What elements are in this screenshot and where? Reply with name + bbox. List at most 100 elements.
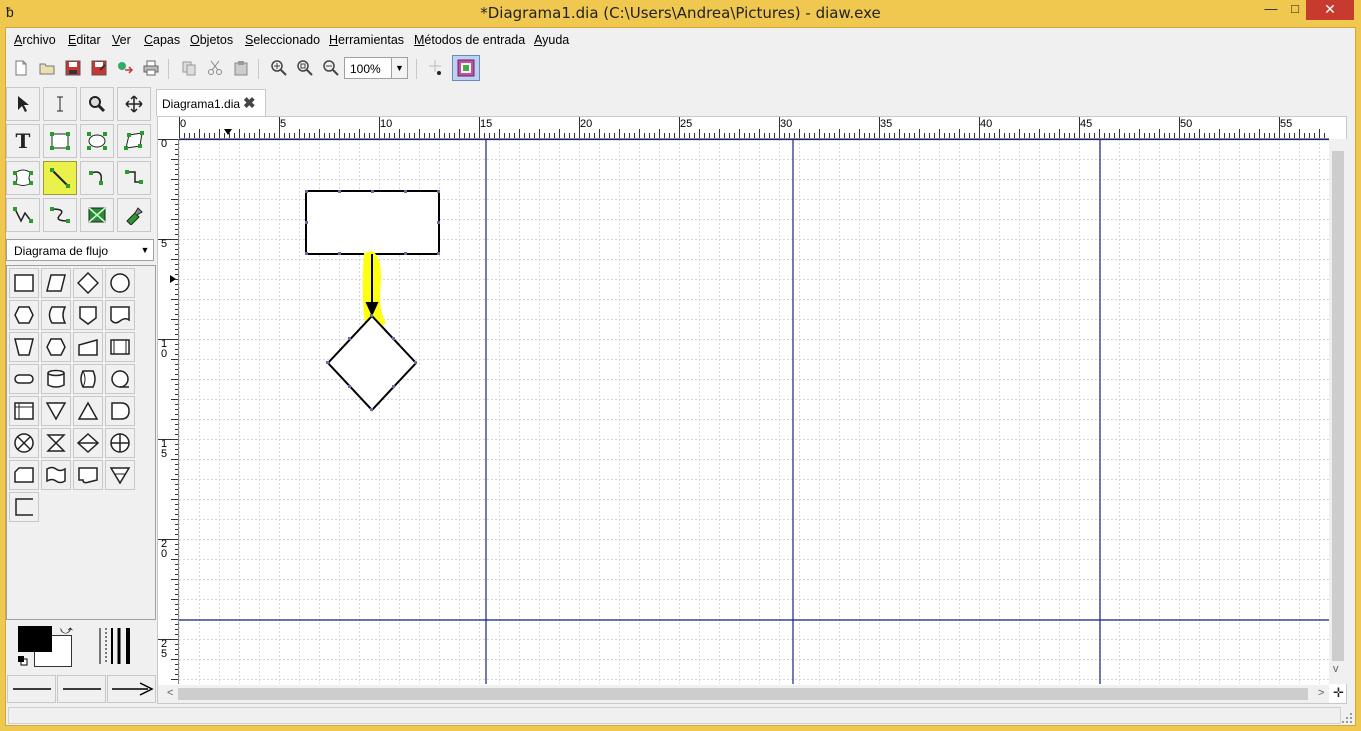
horizontal-scroll-thumb[interactable] bbox=[178, 688, 1308, 700]
paste-icon[interactable] bbox=[230, 57, 252, 79]
close-button[interactable]: ✕ bbox=[1306, 0, 1354, 20]
line-style-icon[interactable] bbox=[57, 675, 106, 703]
image-tool-icon[interactable] bbox=[80, 198, 114, 232]
start-arrow-icon[interactable] bbox=[7, 675, 56, 703]
ellipse-tool-icon[interactable] bbox=[80, 124, 114, 158]
delay-shape-icon[interactable] bbox=[105, 396, 135, 426]
save-icon[interactable] bbox=[62, 57, 84, 79]
polyline-tool-icon[interactable] bbox=[6, 198, 40, 232]
offline-storage-shape-icon[interactable] bbox=[105, 460, 135, 490]
process-shape-icon[interactable] bbox=[9, 268, 39, 298]
zigzag-tool-icon[interactable] bbox=[117, 161, 151, 195]
ruler-label: 45 bbox=[1080, 118, 1093, 130]
or-shape-icon[interactable] bbox=[105, 428, 135, 458]
text-cursor-icon[interactable] bbox=[43, 87, 77, 121]
bezier-tool-icon[interactable] bbox=[43, 198, 77, 232]
zoom-in-icon[interactable] bbox=[268, 57, 290, 79]
zoom-combo[interactable]: 100% ▼ bbox=[344, 57, 408, 79]
scroll-left-arrow[interactable]: < bbox=[167, 687, 173, 699]
copy-icon[interactable] bbox=[178, 57, 200, 79]
open-folder-icon[interactable] bbox=[36, 57, 58, 79]
beziergon-tool-icon[interactable] bbox=[6, 161, 40, 195]
move-icon[interactable] bbox=[117, 87, 151, 121]
manual-input-shape-icon[interactable] bbox=[73, 332, 103, 362]
menu-objetos[interactable]: Objetos bbox=[190, 33, 233, 47]
preparation-shape-icon[interactable] bbox=[9, 300, 39, 330]
foreground-color-swatch[interactable] bbox=[18, 626, 52, 652]
zoom-fit-icon[interactable] bbox=[294, 57, 316, 79]
vertical-scrollbar[interactable]: v bbox=[1329, 139, 1347, 684]
minimize-button[interactable]: — bbox=[1258, 0, 1284, 20]
magnify-icon[interactable] bbox=[80, 87, 114, 121]
sheet-selector[interactable]: Diagrama de flujo ▼ bbox=[6, 239, 154, 261]
select-pointer-icon[interactable] bbox=[6, 87, 40, 121]
zoom-out-icon[interactable] bbox=[320, 57, 342, 79]
default-colors-icon[interactable] bbox=[18, 655, 28, 666]
menu-metodos-de-entrada[interactable]: Métodos de entrada bbox=[414, 33, 525, 47]
vertical-scroll-thumb[interactable] bbox=[1332, 151, 1344, 661]
maximize-button[interactable]: □ bbox=[1284, 0, 1306, 20]
offpage-connector-shape-icon[interactable] bbox=[73, 300, 103, 330]
sort-shape-icon[interactable] bbox=[73, 428, 103, 458]
horizontal-scrollbar[interactable]: < > bbox=[158, 685, 1329, 703]
cut-icon[interactable] bbox=[204, 57, 226, 79]
extract-shape-icon[interactable] bbox=[73, 396, 103, 426]
close-tab-icon[interactable]: ✖ bbox=[243, 94, 256, 112]
display-shape-icon[interactable] bbox=[73, 460, 103, 490]
sequential-access-shape-icon[interactable] bbox=[105, 364, 135, 394]
end-arrow-icon[interactable] bbox=[107, 675, 156, 703]
connector-shape-icon[interactable] bbox=[105, 268, 135, 298]
scroll-down-arrow[interactable]: v bbox=[1333, 663, 1339, 675]
menu-ayuda[interactable]: Ayuda bbox=[534, 33, 569, 47]
document-shape-icon[interactable] bbox=[105, 300, 135, 330]
manual-operation-shape-icon[interactable] bbox=[9, 332, 39, 362]
zoom-value[interactable]: 100% bbox=[350, 62, 381, 76]
navigation-corner-icon[interactable]: ✛ bbox=[1333, 685, 1344, 701]
process-rectangle[interactable] bbox=[305, 190, 440, 255]
summing-junction-shape-icon[interactable] bbox=[9, 428, 39, 458]
terminal-shape-icon[interactable] bbox=[9, 364, 39, 394]
text-tool-icon[interactable]: T bbox=[6, 124, 40, 158]
new-file-icon[interactable] bbox=[10, 57, 32, 79]
snap-to-grid-icon[interactable] bbox=[424, 57, 446, 79]
box-tool-icon[interactable] bbox=[43, 124, 77, 158]
stored-data-shape-icon[interactable] bbox=[41, 300, 71, 330]
annotation-shape-icon[interactable] bbox=[9, 492, 39, 522]
snap-to-objects-icon[interactable] bbox=[452, 55, 480, 81]
scroll-right-arrow[interactable]: > bbox=[1318, 687, 1324, 699]
punched-tape-shape-icon[interactable] bbox=[41, 460, 71, 490]
save-as-icon[interactable] bbox=[88, 57, 110, 79]
internal-storage-shape-icon[interactable] bbox=[9, 396, 39, 426]
disk-shape-icon[interactable] bbox=[41, 364, 71, 394]
polygon-tool-icon[interactable] bbox=[117, 124, 151, 158]
line-width-icon[interactable] bbox=[98, 626, 142, 664]
predefined-process-shape-icon[interactable] bbox=[105, 332, 135, 362]
tab-diagrama1[interactable]: Diagrama1.dia ✖ bbox=[156, 89, 266, 116]
hexagon-shape-icon[interactable] bbox=[41, 332, 71, 362]
menu-seleccionado[interactable]: Seleccionado bbox=[245, 33, 320, 47]
export-icon[interactable] bbox=[114, 57, 136, 79]
menu-herramientas[interactable]: Herramientas bbox=[329, 33, 404, 47]
menu-ver[interactable]: Ver bbox=[112, 33, 131, 47]
diagram-canvas[interactable] bbox=[179, 139, 1329, 684]
ruler-label: 40 bbox=[980, 118, 993, 130]
client-area: Archivo Editar Ver Capas Objetos Selecci… bbox=[5, 27, 1356, 726]
line-tool-icon[interactable] bbox=[43, 161, 77, 195]
direct-access-shape-icon[interactable] bbox=[73, 364, 103, 394]
data-shape-icon[interactable] bbox=[41, 268, 71, 298]
merge-shape-icon[interactable] bbox=[41, 396, 71, 426]
card-shape-icon[interactable] bbox=[9, 460, 39, 490]
menu-capas[interactable]: Capas bbox=[144, 33, 180, 47]
chevron-down-icon[interactable]: ▼ bbox=[391, 58, 407, 78]
decision-diamond[interactable] bbox=[326, 314, 418, 412]
collate-shape-icon[interactable] bbox=[41, 428, 71, 458]
arc-tool-icon[interactable] bbox=[80, 161, 114, 195]
swap-colors-icon[interactable]: ⤻ bbox=[60, 623, 73, 638]
outline-tool-icon[interactable] bbox=[117, 198, 151, 232]
menu-editar[interactable]: Editar bbox=[68, 33, 101, 47]
print-icon[interactable] bbox=[140, 57, 162, 79]
chevron-down-icon[interactable]: ▼ bbox=[137, 240, 153, 260]
resize-grip-icon[interactable] bbox=[1342, 713, 1352, 723]
menu-archivo[interactable]: Archivo bbox=[14, 33, 56, 47]
decision-shape-icon[interactable] bbox=[73, 268, 103, 298]
